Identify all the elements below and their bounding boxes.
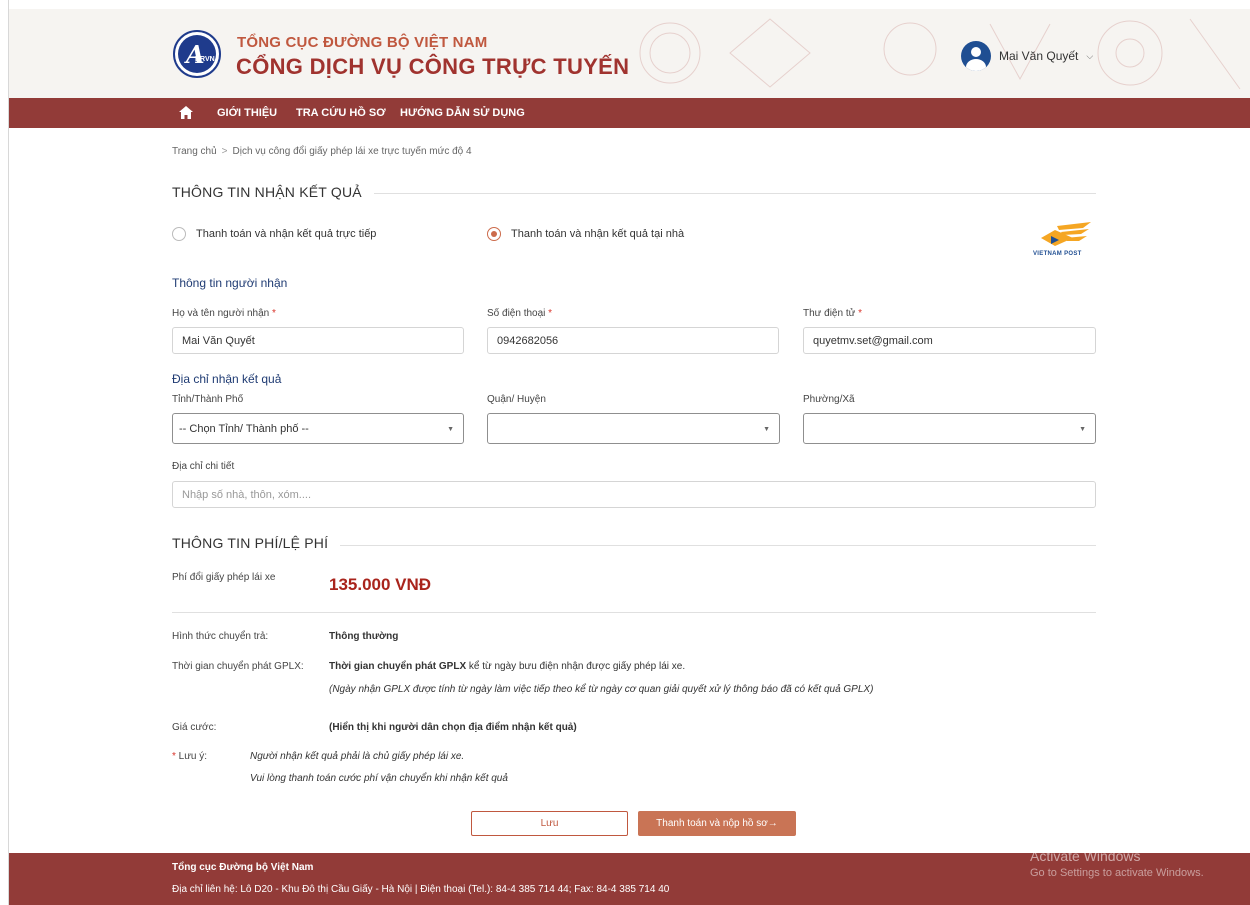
vietnam-post-logo: VIETNAM POST <box>1033 220 1097 260</box>
breadcrumb: Trang chủ > Dịch vụ công đổi giấy phép lái… <box>172 146 472 157</box>
email-label: Thư điện tử * <box>803 308 862 319</box>
province-select-value: -- Chọn Tỉnh/ Thành phố -- <box>179 422 309 435</box>
avatar-icon <box>961 41 991 71</box>
note-line-2: Vui lòng thanh toán cước phí vận chuyển … <box>250 773 508 784</box>
portal-title: CỔNG DỊCH VỤ CÔNG TRỰC TUYẾN <box>236 54 630 79</box>
province-select[interactable]: -- Chọn Tỉnh/ Thành phố -- ▼ <box>172 413 464 444</box>
recipient-name-field[interactable]: Mai Văn Quyết <box>172 327 464 354</box>
save-button[interactable]: Lưu <box>471 811 628 836</box>
recipient-heading: Thông tin người nhận <box>172 276 288 290</box>
phone-label: Số điện thoại * <box>487 308 553 319</box>
price-label: Giá cước: <box>172 722 217 733</box>
ward-label: Phường/Xã <box>803 394 855 405</box>
detail-address-label: Địa chỉ chi tiết <box>172 461 235 472</box>
detail-address-field[interactable]: Nhập số nhà, thôn, xóm.... <box>172 481 1096 508</box>
delivery-time-note: (Ngày nhận GPLX được tính từ ngày làm vi… <box>329 684 874 695</box>
dropdown-arrow-icon: ▼ <box>763 426 770 433</box>
footer-org-name: Tổng cục Đường bộ Việt Nam <box>172 862 314 873</box>
note-line-1: Người nhận kết quả phải là chủ giấy phép… <box>250 751 465 762</box>
dropdown-arrow-icon: ▼ <box>447 426 454 433</box>
radio-home-label: Thanh toán và nhận kết quả tại nhà <box>511 228 685 240</box>
note-label: * Lưu ý: <box>172 751 208 762</box>
transfer-label: Hình thức chuyển trả: <box>172 631 269 642</box>
radio-button-checked[interactable] <box>487 227 501 241</box>
user-menu[interactable]: Mai Văn Quyết ⌵ <box>961 41 1093 71</box>
home-icon[interactable] <box>179 106 193 119</box>
breadcrumb-home-link[interactable]: Trang chủ <box>172 146 217 157</box>
radio-direct-label: Thanh toán và nhận kết quả trực tiếp <box>196 228 377 240</box>
email-field[interactable]: quyetmv.set@gmail.com <box>803 327 1096 354</box>
fee-divider <box>172 612 1096 613</box>
district-label: Quận/ Huyện <box>487 394 546 405</box>
delivery-time-value: Thời gian chuyển phát GPLX kể từ ngày bư… <box>329 661 686 672</box>
dropdown-arrow-icon: ▼ <box>1079 426 1086 433</box>
breadcrumb-current: Dịch vụ công đổi giấy phép lái xe trực t… <box>232 146 472 157</box>
delivery-time-label: Thời gian chuyển phát GPLX: <box>172 661 304 672</box>
phone-field[interactable]: 0942682056 <box>487 327 779 354</box>
address-heading: Địa chỉ nhận kết quả <box>172 372 282 386</box>
nav-item-huong-dan[interactable]: HƯỚNG DẪN SỬ DỤNG <box>400 107 525 119</box>
name-label: Họ và tên người nhận * <box>172 308 276 319</box>
page-frame <box>8 0 1250 905</box>
fee-amount: 135.000 VNĐ <box>329 575 432 594</box>
result-section-title: THÔNG TIN NHẬN KẾT QUẢ <box>172 184 374 200</box>
ward-select[interactable]: ▼ <box>803 413 1096 444</box>
windows-activation-watermark: Activate Windows <box>1030 848 1141 864</box>
transfer-value: Thông thường <box>329 631 399 642</box>
vietnam-post-icon <box>1041 222 1091 246</box>
drvn-logo[interactable]: A DRVN <box>173 30 221 78</box>
main-nav: GIỚI THIỆU TRA CỨU HỒ SƠ HƯỚNG DẪN SỬ DỤ… <box>9 98 1250 128</box>
district-select[interactable]: ▼ <box>487 413 780 444</box>
windows-activation-hint: Go to Settings to activate Windows. <box>1030 867 1204 879</box>
chevron-down-icon: ⌵ <box>1086 50 1094 61</box>
radio-button-unchecked[interactable] <box>172 227 186 241</box>
pay-submit-button[interactable]: Thanh toán và nộp hồ sơ→ <box>638 811 796 836</box>
user-name: Mai Văn Quyết <box>999 49 1079 63</box>
nav-item-gioi-thieu[interactable]: GIỚI THIỆU <box>217 107 277 119</box>
radio-direct[interactable]: Thanh toán và nhận kết quả trực tiếp <box>172 227 376 241</box>
header-pattern-decoration <box>639 18 1241 90</box>
site-header: A DRVN TỔNG CỤC ĐƯỜNG BỘ VIỆT NAM CỔNG D… <box>9 9 1250 98</box>
radio-home[interactable]: Thanh toán và nhận kết quả tại nhà <box>487 227 684 241</box>
fee-section-title: THÔNG TIN PHÍ/LỆ PHÍ <box>172 535 341 551</box>
footer-contact: Địa chỉ liên hệ: Lô D20 - Khu Đô thị Cầu… <box>172 884 670 895</box>
fee-label: Phí đổi giấy phép lái xe <box>172 572 276 583</box>
org-name-small: TỔNG CỤC ĐƯỜNG BỘ VIỆT NAM <box>237 34 488 51</box>
price-value: (Hiển thị khi người dân chọn địa điểm nh… <box>329 722 577 733</box>
nav-item-tra-cuu-ho-so[interactable]: TRA CỨU HỒ SƠ <box>296 107 386 119</box>
breadcrumb-separator: > <box>221 146 228 157</box>
province-label: Tỉnh/Thành Phố <box>172 394 244 405</box>
